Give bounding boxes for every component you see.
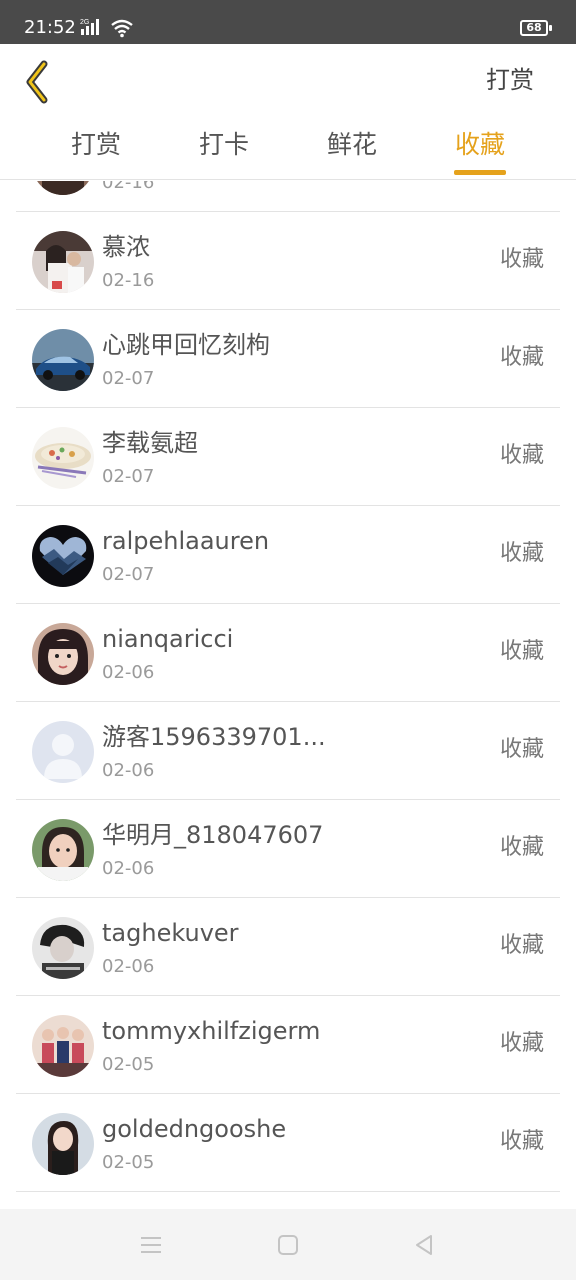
item-date: 02-07	[102, 466, 155, 487]
battery-icon: 68	[520, 20, 552, 36]
default-avatar-icon	[32, 721, 94, 783]
tab-bar: 打赏 打卡 鲜花 收藏	[0, 116, 576, 180]
user-avatar	[32, 1015, 94, 1077]
back-triangle-icon[interactable]	[412, 1233, 436, 1257]
item-action-label: 收藏	[499, 1129, 544, 1154]
menu-icon[interactable]	[139, 1233, 163, 1257]
item-date: 02-06	[102, 760, 155, 781]
chevron-left-icon[interactable]	[18, 54, 62, 106]
list-item[interactable]: 李载氨超 02-07 收藏	[16, 408, 560, 506]
list-item[interactable]: tommyxhilfzigerm 02-05 收藏	[16, 996, 560, 1094]
header: 打赏	[0, 44, 576, 116]
home-square-icon[interactable]	[276, 1233, 300, 1257]
user-avatar	[32, 623, 94, 685]
status-time: 21:52	[24, 17, 76, 38]
tab-flowers[interactable]: 鲜花	[302, 128, 402, 162]
user-avatar	[32, 329, 94, 391]
item-date: 02-05	[102, 1152, 155, 1173]
item-action-label: 收藏	[499, 1031, 544, 1056]
active-tab-indicator	[454, 170, 506, 175]
item-name: ralpehlaauren	[102, 527, 270, 555]
item-action-label: 收藏	[499, 443, 544, 468]
user-avatar	[32, 917, 94, 979]
status-bar: 21:52 2G 68	[0, 0, 576, 44]
item-action-label: 收藏	[499, 737, 544, 762]
list-item[interactable]: goldedngooshe 02-05 收藏	[16, 1094, 560, 1192]
item-name: 游客1596339701...	[102, 723, 326, 751]
tab-checkin[interactable]: 打卡	[174, 128, 274, 162]
item-date: 02-05	[102, 1054, 155, 1075]
item-date: 02-06	[102, 956, 155, 977]
user-avatar	[32, 427, 94, 489]
item-action-label: 收藏	[499, 541, 544, 566]
item-name: 心跳甲回忆刻枸	[102, 331, 270, 359]
battery-level: 68	[526, 21, 542, 34]
item-name: 慕浓	[102, 233, 150, 261]
item-action-label: 收藏	[499, 345, 544, 370]
user-avatar	[32, 181, 94, 195]
item-name: 华明月_818047607	[102, 821, 324, 849]
list-item[interactable]: ralpehlaauren 02-07 收藏	[16, 506, 560, 604]
item-name: 李载氨超	[102, 429, 198, 457]
item-name: goldedngooshe	[102, 1115, 287, 1143]
item-date: 02-06	[102, 662, 155, 683]
item-date: 02-16	[102, 270, 155, 291]
item-date: 02-07	[102, 368, 155, 389]
list-item[interactable]: 02-16	[16, 181, 560, 212]
item-action-label: 收藏	[499, 247, 544, 272]
system-nav-bar	[0, 1209, 576, 1280]
list-item[interactable]: taghekuver 02-06 收藏	[16, 898, 560, 996]
user-avatar	[32, 819, 94, 881]
item-date: 02-06	[102, 858, 155, 879]
item-name: tommyxhilfzigerm	[102, 1017, 321, 1045]
list-item[interactable]: 心跳甲回忆刻枸 02-07 收藏	[16, 310, 560, 408]
item-action-label: 收藏	[499, 835, 544, 860]
favorites-list[interactable]: 02-16 慕浓 02-16 收藏 心跳甲回忆刻枸 02-07 收藏 李载氨超 …	[0, 181, 576, 1209]
list-item[interactable]: nianqaricci 02-06 收藏	[16, 604, 560, 702]
svg-text:2G: 2G	[80, 19, 89, 26]
list-item[interactable]: 华明月_818047607 02-06 收藏	[16, 800, 560, 898]
reward-button[interactable]: 打赏	[486, 64, 534, 96]
user-avatar	[32, 1113, 94, 1175]
wifi-icon	[111, 19, 133, 38]
tab-favorites[interactable]: 收藏	[430, 128, 530, 162]
item-date: 02-16	[102, 181, 155, 193]
user-avatar	[32, 231, 94, 293]
item-name: taghekuver	[102, 919, 239, 947]
item-name: nianqaricci	[102, 625, 234, 653]
item-date: 02-07	[102, 564, 155, 585]
item-action-label: 收藏	[499, 639, 544, 664]
list-item[interactable]	[16, 1192, 560, 1209]
tab-reward[interactable]: 打赏	[46, 128, 146, 162]
list-item[interactable]: 游客1596339701... 02-06 收藏	[16, 702, 560, 800]
item-action-label: 收藏	[499, 933, 544, 958]
list-item[interactable]: 慕浓 02-16 收藏	[16, 212, 560, 310]
user-avatar	[32, 525, 94, 587]
signal-icon: 2G	[80, 19, 99, 35]
